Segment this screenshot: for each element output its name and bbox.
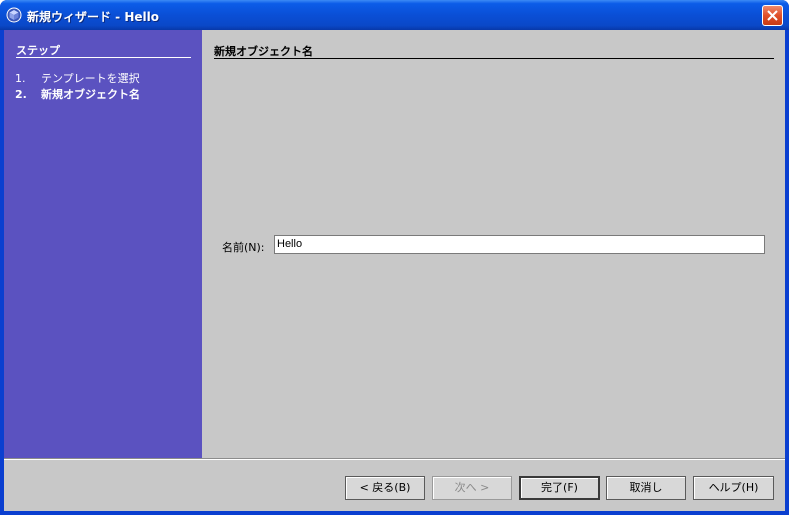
name-input[interactable]: Hello bbox=[274, 235, 765, 254]
button-separator bbox=[4, 458, 785, 460]
help-button[interactable]: ヘルプ(H) bbox=[693, 476, 774, 500]
close-icon bbox=[767, 10, 778, 21]
window-title: 新規ウィザード - Hello bbox=[27, 10, 159, 24]
step-item-select-template: 1. テンプレートを選択 bbox=[15, 70, 140, 86]
dialog-client-area: ステップ 1. テンプレートを選択 2. 新規オブジェクト名 新規オブジェクト名 名… bbox=[4, 30, 785, 511]
cancel-button[interactable]: 取消し bbox=[606, 476, 686, 500]
steps-panel: ステップ 1. テンプレートを選択 2. 新規オブジェクト名 bbox=[4, 30, 202, 458]
steps-header: ステップ bbox=[16, 42, 191, 58]
finish-button[interactable]: 完了(F) bbox=[519, 476, 600, 500]
close-button[interactable] bbox=[762, 5, 783, 26]
step-label: 新規オブジェクト名 bbox=[41, 88, 140, 101]
step-number: 2. bbox=[15, 88, 27, 101]
content-header: 新規オブジェクト名 bbox=[214, 43, 774, 59]
step-number: 1. bbox=[15, 72, 26, 85]
step-item-object-name: 2. 新規オブジェクト名 bbox=[15, 86, 140, 102]
app-cube-icon bbox=[6, 7, 22, 23]
name-label: 名前(N): bbox=[222, 241, 265, 254]
next-button[interactable]: 次へ > bbox=[432, 476, 512, 500]
back-button[interactable]: < 戻る(B) bbox=[345, 476, 425, 500]
title-bar[interactable]: 新規ウィザード - Hello bbox=[0, 0, 789, 30]
wizard-window: 新規ウィザード - Hello ステップ 1. テンプレートを選択 2. 新規オブジ… bbox=[0, 0, 789, 515]
step-label: テンプレートを選択 bbox=[41, 72, 140, 85]
